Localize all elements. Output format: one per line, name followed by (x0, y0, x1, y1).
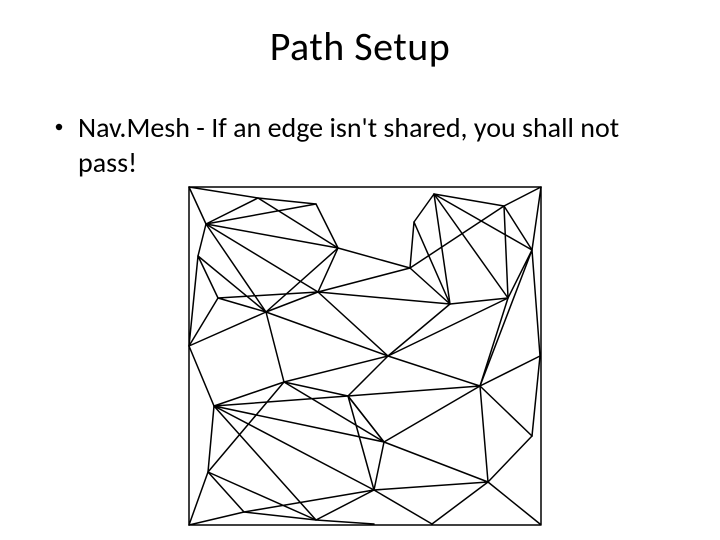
bullet-dot-icon (54, 110, 78, 132)
navmesh-diagram (188, 186, 542, 526)
bullet-item: Nav.Mesh - If an edge isn't shared, you … (54, 110, 674, 180)
bullets-list: Nav.Mesh - If an edge isn't shared, you … (54, 110, 674, 180)
slide: Path Setup Nav.Mesh - If an edge isn't s… (0, 0, 720, 540)
slide-title: Path Setup (0, 22, 720, 71)
bullet-text: Nav.Mesh - If an edge isn't shared, you … (78, 110, 674, 180)
